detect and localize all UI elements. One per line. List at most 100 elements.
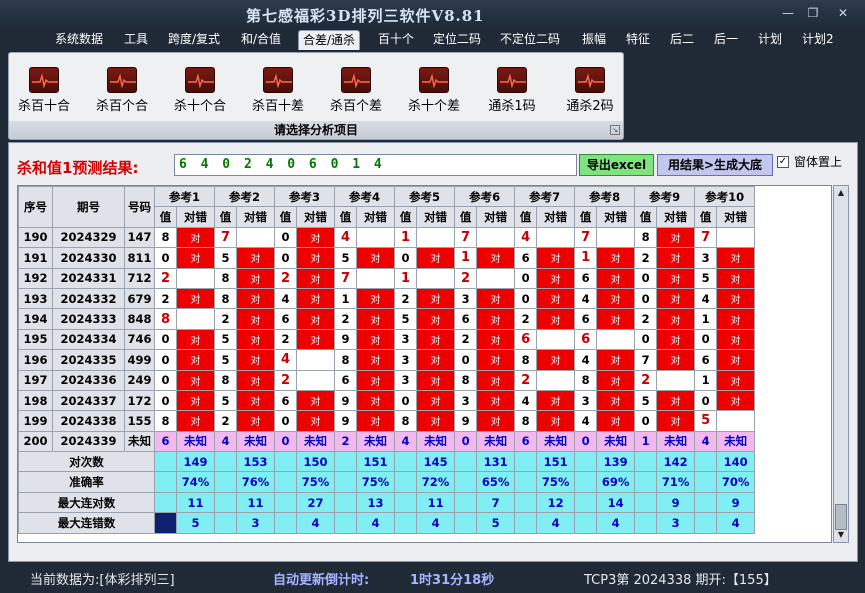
table-row[interactable]: 193 2024332 679 2 对 8 对 4 对 1 对 2 对 3 对 0 对 4 对 0 对 4 对 bbox=[18, 287, 756, 310]
export-excel-button[interactable]: 导出excel bbox=[579, 154, 654, 176]
menu-item[interactable]: 计划 bbox=[758, 30, 782, 50]
ribbon-button[interactable]: 杀十个合 bbox=[165, 67, 235, 117]
col-header-result[interactable]: 对错 bbox=[236, 206, 276, 228]
col-header-value[interactable]: 值 bbox=[634, 206, 658, 228]
col-header-period[interactable]: 期号 bbox=[52, 186, 125, 228]
col-header-group[interactable]: 参考4 bbox=[334, 186, 396, 208]
row-number: 155 bbox=[124, 410, 155, 432]
cell-value: 4 bbox=[574, 410, 598, 432]
table-row[interactable]: 199 2024338 155 8 对 2 对 0 对 9 对 8 对 9 对 8 对 4 对 0 对 5 bbox=[18, 410, 756, 432]
ribbon-launcher-icon[interactable]: ↘ bbox=[610, 125, 620, 135]
prediction-row[interactable]: 200 2024339 未知 6 未知 4 未知 0 未知 2 未知 4 未知 0 未知 6 未知 0 未知 1 未知 4… bbox=[18, 430, 756, 453]
menu-item[interactable]: 计划2 bbox=[802, 30, 834, 50]
menu-item[interactable]: 工具 bbox=[124, 30, 148, 50]
stat-row[interactable]: 最大连对数 11 11 27 13 11 7 12 14 9 9 bbox=[18, 491, 756, 514]
menu-item[interactable]: 合差/通杀 bbox=[298, 30, 361, 50]
col-header-result[interactable]: 对错 bbox=[476, 206, 516, 228]
col-header-result[interactable]: 对错 bbox=[356, 206, 396, 228]
table-row[interactable]: 195 2024334 746 0 对 5 对 2 对 9 对 3 对 2 对 6 6 0 对 0 对 bbox=[18, 328, 756, 351]
menu-item[interactable]: 振幅 bbox=[582, 30, 606, 50]
close-icon[interactable]: ✕ bbox=[830, 4, 856, 22]
col-header-result[interactable]: 对错 bbox=[596, 206, 636, 228]
col-header-value[interactable]: 值 bbox=[214, 206, 238, 228]
row-seq: 192 bbox=[18, 267, 53, 289]
ribbon-button[interactable]: 杀百十差 bbox=[243, 67, 313, 117]
cell-miss bbox=[716, 226, 756, 249]
cell-value: 4 bbox=[574, 349, 598, 371]
scroll-down-icon[interactable]: ▼ bbox=[835, 529, 847, 541]
cell-hit: 对 bbox=[476, 247, 516, 269]
menu-item[interactable]: 和/合值 bbox=[241, 30, 281, 50]
cell-value: 7 bbox=[634, 349, 658, 371]
ribbon-button[interactable]: 杀百个合 bbox=[87, 67, 157, 117]
cell-hit: 对 bbox=[536, 287, 576, 310]
cell-value: 0 bbox=[274, 410, 298, 432]
col-header-group[interactable]: 参考6 bbox=[454, 186, 516, 208]
topmost-checkbox[interactable]: ✓ bbox=[777, 156, 789, 168]
stat-row[interactable]: 最大连错数 5 3 4 4 4 5 4 4 3 4 bbox=[18, 512, 756, 534]
col-header-result[interactable]: 对错 bbox=[536, 206, 576, 228]
col-header-group[interactable]: 参考7 bbox=[514, 186, 576, 208]
col-header-group[interactable]: 参考10 bbox=[694, 186, 756, 208]
col-header-group[interactable]: 参考1 bbox=[153, 186, 216, 208]
table-row[interactable]: 190 2024329 147 8 对 7 0 对 4 1 7 4 7 8 对 7 bbox=[18, 226, 756, 249]
stat-row[interactable]: 准确率 74% 76% 75% 75% 72% 65% 75% 69% 71% 70% bbox=[18, 471, 756, 493]
col-header-value[interactable]: 值 bbox=[274, 206, 298, 228]
col-header-value[interactable]: 值 bbox=[454, 206, 478, 228]
col-header-result[interactable]: 对错 bbox=[656, 206, 696, 228]
col-header-group[interactable]: 参考8 bbox=[574, 186, 636, 208]
col-header-seq[interactable]: 序号 bbox=[18, 186, 53, 228]
col-header-result[interactable]: 对错 bbox=[175, 206, 216, 228]
cell-hit: 对 bbox=[656, 287, 696, 310]
minimize-icon[interactable]: — bbox=[775, 4, 801, 22]
col-header-group[interactable]: 参考5 bbox=[394, 186, 456, 208]
table-row[interactable]: 191 2024330 811 0 对 5 对 0 对 5 对 0 对 1 对 6 对 1 对 2 对 3 对 bbox=[18, 247, 756, 269]
col-header-number[interactable]: 号码 bbox=[124, 186, 155, 228]
ribbon-button[interactable]: 通杀1码 bbox=[477, 67, 547, 117]
menu-item[interactable]: 系统数据 bbox=[55, 30, 103, 50]
col-header-value[interactable]: 值 bbox=[334, 206, 358, 228]
table-row[interactable]: 192 2024331 712 2 8 对 2 对 7 1 2 0 对 6 对 0 对 5 对 bbox=[18, 267, 756, 289]
col-header-result[interactable]: 对错 bbox=[416, 206, 456, 228]
ribbon-button-label: 杀百十合 bbox=[17, 99, 70, 114]
result-field[interactable]: 6 4 0 2 4 0 6 0 1 4 bbox=[174, 154, 577, 176]
menu-item[interactable]: 后一 bbox=[714, 30, 738, 50]
menu-item[interactable]: 百十个 bbox=[378, 30, 414, 50]
stat-value: 14 bbox=[596, 491, 636, 514]
restore-icon[interactable]: ❐ bbox=[800, 4, 826, 22]
table-row[interactable]: 196 2024335 499 0 对 5 对 4 8 对 3 对 0 对 8 对 4 对 7 对 6 对 bbox=[18, 349, 756, 371]
col-header-group[interactable]: 参考2 bbox=[214, 186, 276, 208]
col-header-value[interactable]: 值 bbox=[394, 206, 418, 228]
cell-hit: 对 bbox=[296, 328, 336, 351]
results-grid[interactable]: 序号 期号 号码 参考1 参考2 参考3 参考4 参考5 参考6 参考7 参考8 参考9 参考10 值对错… bbox=[17, 185, 832, 543]
col-header-group[interactable]: 参考9 bbox=[634, 186, 696, 208]
col-header-value[interactable]: 值 bbox=[694, 206, 718, 228]
menu-item[interactable]: 特征 bbox=[626, 30, 650, 50]
scroll-up-icon[interactable]: ▲ bbox=[835, 187, 847, 199]
ribbon-button[interactable]: 杀百十合 bbox=[9, 67, 79, 117]
cell-hit: 对 bbox=[296, 247, 336, 269]
ribbon-button[interactable]: 通杀2码 bbox=[555, 67, 625, 117]
menu-item[interactable]: 跨度/复式 bbox=[168, 30, 220, 50]
ribbon-button[interactable]: 杀百个差 bbox=[321, 67, 391, 117]
menu-item[interactable]: 定位二码 bbox=[433, 30, 481, 50]
table-row[interactable]: 198 2024337 172 0 对 5 对 6 对 9 对 0 对 3 对 4 对 3 对 5 对 0 对 bbox=[18, 389, 756, 412]
col-header-value[interactable]: 值 bbox=[574, 206, 598, 228]
table-row[interactable]: 194 2024333 848 8 2 对 6 对 2 对 5 对 6 对 2 对 6 对 2 对 1 对 bbox=[18, 308, 756, 330]
vertical-scrollbar[interactable]: ▲ ▼ bbox=[833, 185, 849, 543]
cell-value: 5 bbox=[334, 247, 358, 269]
menu-item[interactable]: 不定位二码 bbox=[500, 30, 560, 50]
cell-hit: 对 bbox=[236, 389, 276, 412]
col-header-result[interactable]: 对错 bbox=[296, 206, 336, 228]
scroll-thumb[interactable] bbox=[835, 504, 847, 530]
generate-base-button[interactable]: 用结果>生成大底 bbox=[657, 154, 773, 176]
col-header-group[interactable]: 参考3 bbox=[274, 186, 336, 208]
stat-row[interactable]: 对次数 149 153 150 151 145 131 151 139 142 140 bbox=[18, 451, 756, 473]
col-header-value[interactable]: 值 bbox=[514, 206, 538, 228]
col-header-result[interactable]: 对错 bbox=[716, 206, 756, 228]
table-row[interactable]: 197 2024336 249 0 对 8 对 2 6 对 3 对 8 对 2 8 对 2 1 对 bbox=[18, 369, 756, 391]
cell-hit: 对 bbox=[175, 410, 216, 432]
menu-item[interactable]: 后二 bbox=[670, 30, 694, 50]
ribbon-button[interactable]: 杀十个差 bbox=[399, 67, 469, 117]
col-header-value[interactable]: 值 bbox=[154, 206, 177, 228]
